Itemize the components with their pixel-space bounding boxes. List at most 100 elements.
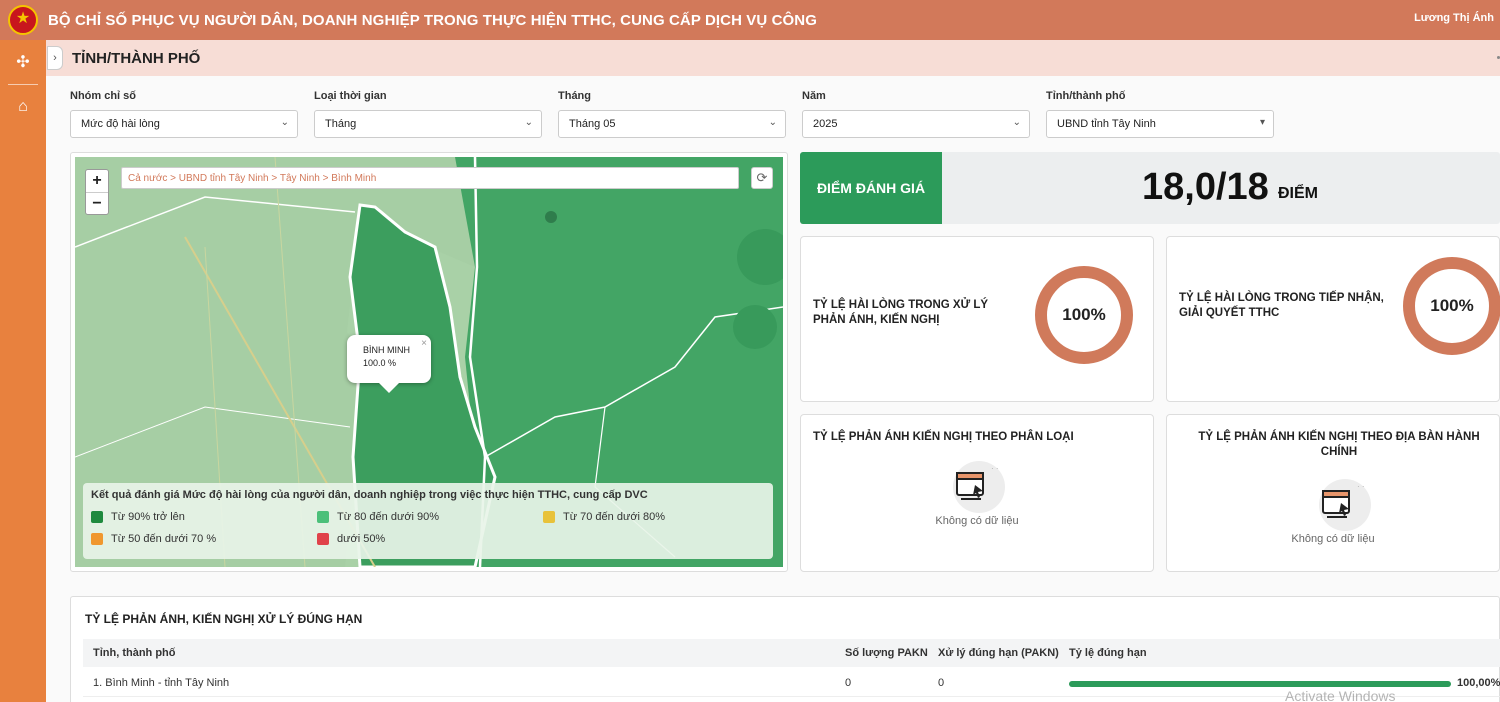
filter-month: Tháng Tháng 05 ⌄ <box>558 90 786 138</box>
legend-title: Kết quả đánh giá Mức độ hài lòng của ngư… <box>91 489 648 501</box>
map-legend: Kết quả đánh giá Mức độ hài lòng của ngư… <box>83 483 773 559</box>
zoom-in-button[interactable]: + <box>86 170 108 192</box>
score-panel: ĐIỂM ĐÁNH GIÁ 18,0/18 ĐIỂM <box>800 152 1500 224</box>
card-by-category: TỶ LỆ PHẢN ÁNH KIẾN NGHỊ THEO PHÂN LOẠI … <box>800 414 1154 572</box>
select-value: Tháng 05 <box>569 118 616 130</box>
column-header[interactable]: Tỷ lệ đúng hạn <box>1069 647 1147 659</box>
chevron-down-icon: ⌄ <box>280 117 289 128</box>
no-data-icon: · · <box>953 461 1005 513</box>
year-select[interactable]: 2025 ⌄ <box>802 110 1030 138</box>
home-icon[interactable]: ⌂ <box>0 85 46 129</box>
score-label: ĐIỂM ĐÁNH GIÁ <box>800 152 942 224</box>
column-header[interactable]: Xử lý đúng hạn (PAKN) <box>938 647 1059 659</box>
on-time-table-panel: TỶ LỆ PHẢN ÁNH, KIẾN NGHỊ XỬ LÝ ĐÚNG HẠN… <box>70 596 1500 702</box>
caret-down-icon: ▾ <box>1259 117 1265 128</box>
map-terrain <box>733 305 777 349</box>
row-ontime: 0 <box>938 677 945 689</box>
user-menu[interactable]: Lương Thị Ánh <box>1414 12 1494 24</box>
legend-swatch <box>317 511 329 523</box>
zoom-control: + − <box>85 169 109 215</box>
filter-indicator-group: Nhóm chỉ số Mức độ hài lòng ⌄ <box>70 90 298 138</box>
map-popup: BÌNH MINH 100.0 % × <box>347 335 431 393</box>
map-breadcrumb[interactable]: Cả nước > UBND tỉnh Tây Ninh > Tây Ninh … <box>121 167 739 189</box>
no-data-icon: · · <box>1319 479 1371 531</box>
legend-item: dưới 50% <box>317 533 385 545</box>
progress-bar <box>1069 681 1451 687</box>
svg-text:· ·: · · <box>1357 482 1365 491</box>
select-value: UBND tỉnh Tây Ninh <box>1057 118 1156 130</box>
legend-item: Từ 80 đến dưới 90% <box>317 511 439 523</box>
chevron-down-icon: ⌄ <box>524 117 533 128</box>
card-title: TỶ LỆ HÀI LÒNG TRONG TIẾP NHẬN, GIẢI QUY… <box>1179 292 1384 319</box>
card-by-area: TỶ LỆ PHẢN ÁNH KIẾN NGHỊ THEO ĐỊA BÀN HÀ… <box>1166 414 1500 572</box>
score-value: 18,0/18 <box>1142 166 1269 208</box>
popup-value: 100.0 % <box>363 358 397 368</box>
page-header: TỈNH/THÀNH PHỐ <box>46 40 1500 76</box>
close-icon[interactable]: × <box>421 337 427 350</box>
sidebar-expand-button[interactable]: › <box>47 46 63 70</box>
chevron-down-icon: ⌄ <box>768 117 777 128</box>
card-title: TỶ LỆ PHẢN ÁNH KIẾN NGHỊ THEO PHÂN LOẠI <box>813 431 1074 443</box>
card-complaint-satisfaction: TỶ LỆ HÀI LÒNG TRONG XỬ LÝ PHẢN ÁNH, KIẾ… <box>800 236 1154 402</box>
table-title: TỶ LỆ PHẢN ÁNH, KIẾN NGHỊ XỬ LÝ ĐÚNG HẠN <box>85 612 363 626</box>
sitemap-icon[interactable]: ✣ <box>0 40 46 84</box>
select-value: 2025 <box>813 118 838 130</box>
time-type-select[interactable]: Tháng ⌄ <box>314 110 542 138</box>
filter-label: Tỉnh/thành phố <box>1046 90 1126 102</box>
windows-watermark: Activate Windows <box>1285 688 1396 702</box>
filter-label: Loại thời gian <box>314 90 387 102</box>
column-header[interactable]: Số lượng PAKN <box>845 647 928 659</box>
sidebar: ✣ ⌂ <box>0 40 46 702</box>
legend-swatch <box>91 511 103 523</box>
filter-label: Tháng <box>558 90 591 102</box>
popup-name: BÌNH MINH <box>363 345 410 355</box>
chevron-down-icon: ⌄ <box>1012 117 1021 128</box>
map[interactable]: + − Cả nước > UBND tỉnh Tây Ninh > Tây N… <box>75 157 783 567</box>
filter-label: Năm <box>802 90 826 102</box>
national-emblem-icon <box>8 5 38 35</box>
row-count: 0 <box>845 677 852 689</box>
map-panel: + − Cả nước > UBND tỉnh Tây Ninh > Tây N… <box>70 152 788 572</box>
donut-chart: 100% <box>1035 266 1133 364</box>
legend-label: Từ 70 đến dưới 80% <box>563 511 666 523</box>
legend-label: dưới 50% <box>337 533 386 545</box>
top-header: BỘ CHỈ SỐ PHỤC VỤ NGƯỜI DÂN, DOANH NGHIỆ… <box>0 0 1500 40</box>
month-select[interactable]: Tháng 05 ⌄ <box>558 110 786 138</box>
map-marker-icon <box>545 211 557 223</box>
row-name: 1. Bình Minh - tỉnh Tây Ninh <box>93 677 230 689</box>
province-select[interactable]: UBND tỉnh Tây Ninh ▾ <box>1046 110 1274 138</box>
row-rate: 100,00% <box>1457 677 1500 689</box>
filter-province: Tỉnh/thành phố UBND tỉnh Tây Ninh ▾ <box>1046 90 1274 138</box>
page-title: TỈNH/THÀNH PHỐ <box>72 50 201 67</box>
legend-item: Từ 50 đến dưới 70 % <box>91 533 216 545</box>
main-content: Nhóm chỉ số Mức độ hài lòng ⌄ Loại thời g… <box>46 76 1500 702</box>
donut-chart: 100% <box>1403 257 1500 355</box>
app-title: BỘ CHỈ SỐ PHỤC VỤ NGƯỜI DÂN, DOANH NGHIỆ… <box>48 11 817 29</box>
card-title: TỶ LỆ PHẢN ÁNH KIẾN NGHỊ THEO ĐỊA BÀN HÀ… <box>1198 431 1480 458</box>
filter-label: Nhóm chỉ số <box>70 90 137 102</box>
select-value: Mức độ hài lòng <box>81 118 160 130</box>
legend-label: Từ 50 đến dưới 70 % <box>111 533 217 545</box>
refresh-icon[interactable]: ⟳ <box>751 167 773 189</box>
select-value: Tháng <box>325 118 357 130</box>
donut-value: 100% <box>1062 305 1106 324</box>
filter-time-type: Loại thời gian Tháng ⌄ <box>314 90 542 138</box>
score-unit: ĐIỂM <box>1278 185 1318 202</box>
legend-item: Từ 90% trở lên <box>91 511 185 523</box>
indicator-group-select[interactable]: Mức độ hài lòng ⌄ <box>70 110 298 138</box>
legend-item: Từ 70 đến dưới 80% <box>543 511 665 523</box>
no-data-text: Không có dữ liệu <box>935 515 1019 527</box>
no-data-text: Không có dữ liệu <box>1291 533 1375 545</box>
progress-fill <box>1069 681 1451 687</box>
legend-label: Từ 90% trở lên <box>111 511 185 523</box>
svg-text:· ·: · · <box>991 464 999 473</box>
column-header[interactable]: Tỉnh, thành phố <box>93 647 175 659</box>
card-title: TỶ LỆ HÀI LÒNG TRONG XỬ LÝ PHẢN ÁNH, KIẾ… <box>813 299 989 326</box>
zoom-out-button[interactable]: − <box>86 192 108 214</box>
card-tthc-satisfaction: TỶ LỆ HÀI LÒNG TRONG TIẾP NHẬN, GIẢI QUY… <box>1166 236 1500 402</box>
donut-value: 100% <box>1430 296 1474 315</box>
legend-swatch <box>91 533 103 545</box>
filter-year: Năm 2025 ⌄ <box>802 90 1030 138</box>
table-header: Tỉnh, thành phố Số lượng PAKN Xử lý đúng… <box>83 639 1500 667</box>
legend-swatch <box>317 533 329 545</box>
